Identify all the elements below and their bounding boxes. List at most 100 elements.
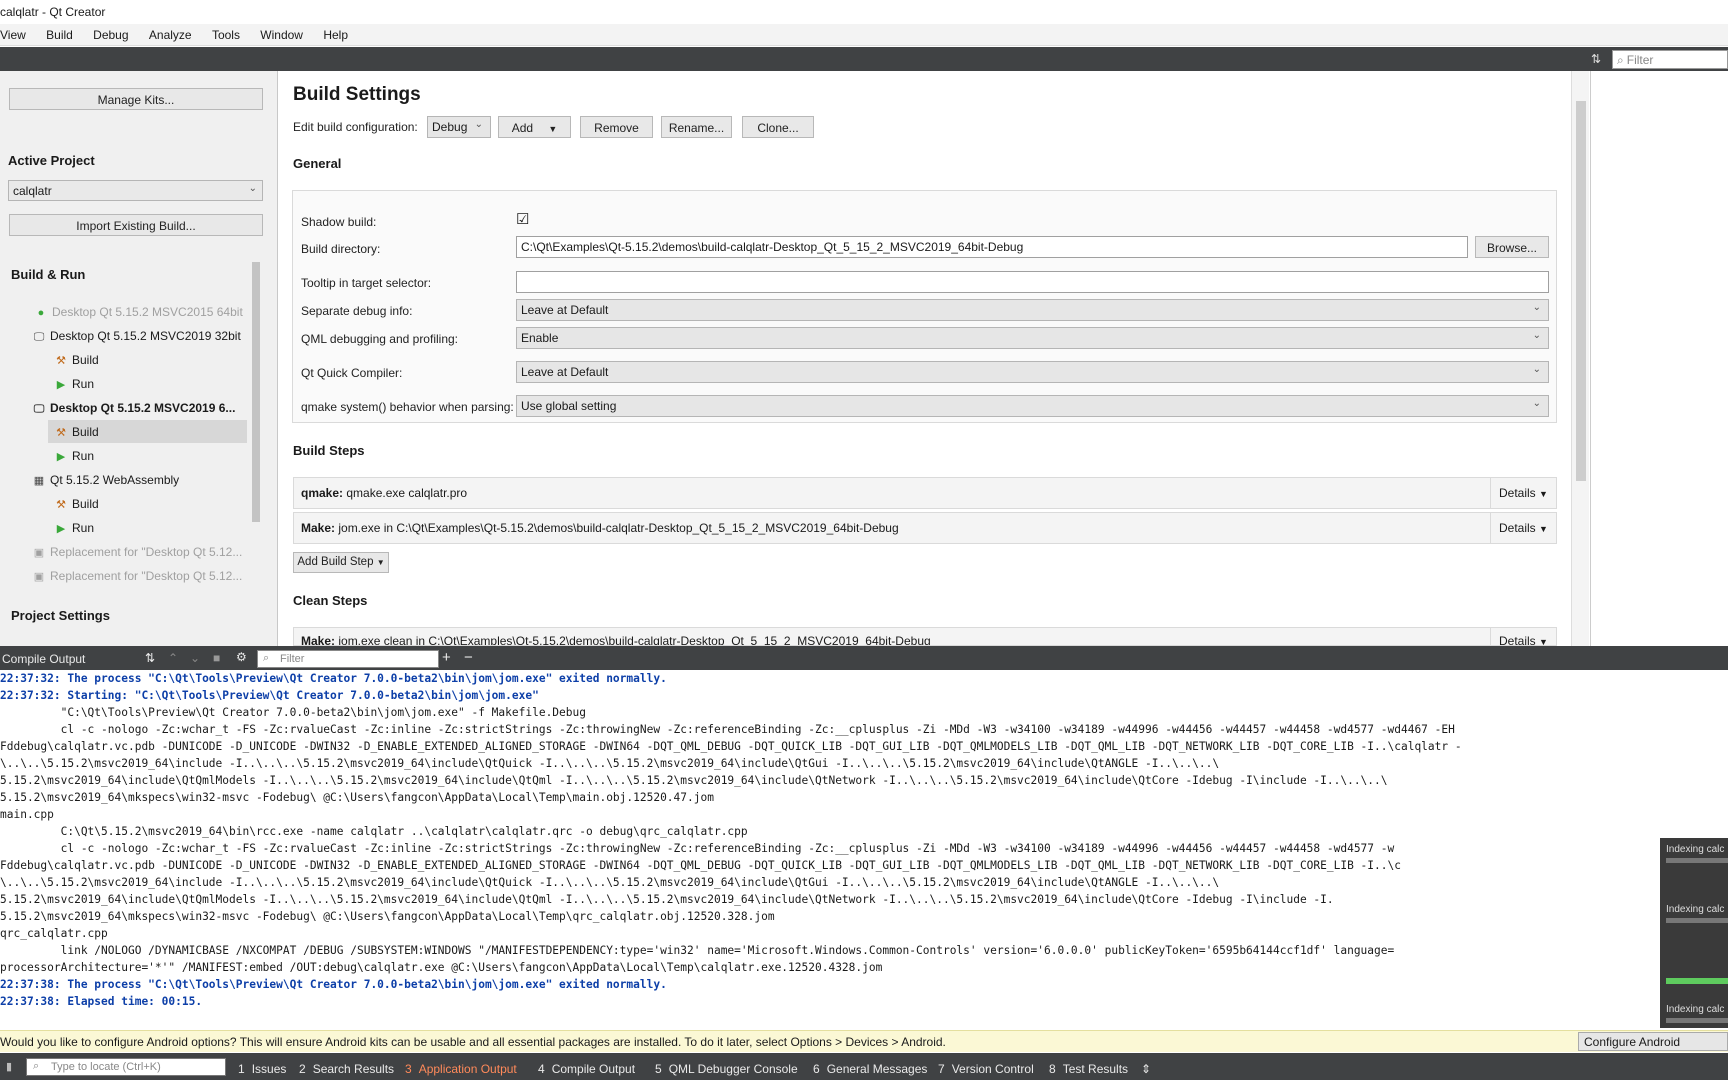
more-tabs-icon[interactable]: ⇕ bbox=[1141, 1062, 1151, 1076]
right-pane bbox=[1590, 71, 1728, 646]
stop-icon[interactable]: ■ bbox=[213, 651, 220, 665]
kit-msvc2019-32-build[interactable]: ⚒ Build bbox=[54, 353, 99, 367]
clean-step-details-button[interactable]: Details ▼ bbox=[1490, 628, 1556, 645]
tooltip-input[interactable] bbox=[516, 271, 1549, 293]
indexing-progress-popup: Indexing calc Indexing calc Indexing cal… bbox=[1660, 838, 1728, 1028]
output-line: cl -c -nologo -Zc:wchar_t -FS -Zc:rvalue… bbox=[0, 842, 1395, 855]
chevron-down-icon: ⌄ bbox=[1532, 398, 1541, 409]
tab-application-output[interactable]: 3 Application Output bbox=[405, 1062, 517, 1076]
build-config-select[interactable]: Debug ⌄ bbox=[427, 116, 491, 138]
monitor-icon: 🖵 bbox=[33, 403, 45, 415]
chevron-down-icon: ⌄ bbox=[1532, 330, 1541, 341]
replacement-icon: ▣ bbox=[33, 571, 45, 583]
kit-webassembly-build[interactable]: ⚒ Build bbox=[54, 497, 99, 511]
configure-android-button[interactable]: Configure Android bbox=[1578, 1032, 1728, 1051]
dropdown-arrow-icon: ▼ bbox=[1539, 524, 1548, 534]
chevron-down-icon: ⌄ bbox=[1532, 364, 1541, 375]
kit-msvc2019-32[interactable]: 🖵 Desktop Qt 5.15.2 MSVC2019 32bit bbox=[32, 329, 241, 344]
compile-output-text[interactable]: 22:37:32: The process "C:\Qt\Tools\Previ… bbox=[0, 670, 1728, 1030]
kit-msvc2015-64[interactable]: ● Desktop Qt 5.15.2 MSVC2015 64bit bbox=[34, 305, 243, 319]
quick-compiler-select[interactable]: Leave at Default ⌄ bbox=[516, 361, 1549, 383]
kit-msvc2019-64[interactable]: 🖵 Desktop Qt 5.15.2 MSVC2019 6... bbox=[32, 401, 236, 416]
menu-help[interactable]: Help bbox=[323, 24, 348, 42]
kit-replacement-2[interactable]: ▣ Replacement for "Desktop Qt 5.12... bbox=[32, 569, 243, 583]
kit-msvc2019-32-run[interactable]: ▶ Run bbox=[54, 377, 94, 391]
add-config-button[interactable]: Add ▼ bbox=[498, 116, 571, 138]
clean-make-step[interactable]: Make: jom.exe clean in C:\Qt\Examples\Qt… bbox=[293, 627, 1557, 646]
rename-config-button[interactable]: Rename... bbox=[661, 116, 732, 138]
sort-icon[interactable]: ⇅ bbox=[1591, 52, 1601, 66]
chevron-up-icon[interactable]: ⌃ bbox=[168, 651, 178, 665]
menu-tools[interactable]: Tools bbox=[212, 24, 240, 42]
kit-webassembly-run[interactable]: ▶ Run bbox=[54, 521, 94, 535]
shadow-build-checkbox[interactable]: ☑ bbox=[516, 210, 529, 228]
add-icon[interactable]: + bbox=[442, 649, 451, 666]
output-line: 5.15.2\msvc2019_64\mkspecs\win32-msvc -F… bbox=[0, 791, 714, 804]
make-step[interactable]: Make: jom.exe in C:\Qt\Examples\Qt-5.15.… bbox=[293, 512, 1557, 544]
clean-steps-title: Clean Steps bbox=[293, 593, 368, 608]
chevron-down-icon[interactable]: ⌄ bbox=[190, 651, 200, 665]
menu-view[interactable]: View bbox=[0, 24, 26, 42]
locate-input[interactable]: ⌕ Type to locate (Ctrl+K) bbox=[26, 1058, 226, 1076]
sort-icon[interactable]: ⇅ bbox=[145, 651, 155, 665]
build-settings-title: Build Settings bbox=[293, 84, 421, 105]
remove-config-button[interactable]: Remove bbox=[580, 116, 653, 138]
minus-icon[interactable]: − bbox=[464, 649, 473, 666]
monitor-icon: 🖵 bbox=[33, 331, 45, 343]
kit-msvc2019-64-build[interactable]: ⚒ Build bbox=[54, 425, 99, 439]
qml-debugging-select[interactable]: Enable ⌄ bbox=[516, 327, 1549, 349]
tab-general-messages[interactable]: 6 General Messages bbox=[813, 1062, 927, 1076]
run-icon: ▶ bbox=[56, 523, 66, 535]
kit-webassembly[interactable]: ▦ Qt 5.15.2 WebAssembly bbox=[32, 473, 179, 487]
sidebar-scrollbar[interactable] bbox=[250, 248, 262, 642]
title-bar: calqlatr - Qt Creator bbox=[0, 0, 1728, 24]
indexing-progress-bar bbox=[1666, 858, 1728, 863]
sidebar-toggle-icon[interactable]: ▮ bbox=[6, 1060, 12, 1073]
tab-qml-debugger-console[interactable]: 5 QML Debugger Console bbox=[655, 1062, 798, 1076]
output-line: C:\Qt\5.15.2\msvc2019_64\bin\rcc.exe -na… bbox=[0, 825, 748, 838]
make-step-details-button[interactable]: Details ▼ bbox=[1490, 513, 1556, 543]
active-project-combo[interactable]: calqlatr ⌄ bbox=[8, 180, 263, 201]
manage-kits-button[interactable]: Manage Kits... bbox=[9, 88, 263, 110]
tab-test-results[interactable]: 8 Test Results bbox=[1049, 1062, 1128, 1076]
kit-msvc2019-64-run[interactable]: ▶ Run bbox=[54, 449, 94, 463]
chevron-down-icon: ⌄ bbox=[474, 119, 483, 130]
kit-status-icon: ● bbox=[37, 307, 45, 319]
dropdown-arrow-icon: ▼ bbox=[376, 558, 385, 567]
qmake-system-select[interactable]: Use global setting ⌄ bbox=[516, 395, 1549, 417]
qmake-step[interactable]: qmake: qmake.exe calqlatr.pro Details ▼ bbox=[293, 477, 1557, 509]
build-directory-input[interactable]: C:\Qt\Examples\Qt-5.15.2\demos\build-cal… bbox=[516, 236, 1468, 258]
kit-replacement-1[interactable]: ▣ Replacement for "Desktop Qt 5.12... bbox=[32, 545, 243, 559]
qmake-step-details-button[interactable]: Details ▼ bbox=[1490, 478, 1556, 508]
browse-button[interactable]: Browse... bbox=[1475, 236, 1549, 258]
import-existing-build-button[interactable]: Import Existing Build... bbox=[9, 214, 263, 236]
replacement-icon: ▣ bbox=[33, 547, 45, 559]
separate-debug-select[interactable]: Leave at Default ⌄ bbox=[516, 299, 1549, 321]
tab-compile-output[interactable]: 4 Compile Output bbox=[538, 1062, 635, 1076]
menu-window[interactable]: Window bbox=[260, 24, 303, 42]
top-filter-input[interactable]: ⌕ Filter bbox=[1612, 50, 1728, 69]
output-pane-title: Compile Output bbox=[2, 652, 86, 666]
clone-config-button[interactable]: Clone... bbox=[742, 116, 814, 138]
menu-build[interactable]: Build bbox=[46, 24, 73, 42]
tab-search-results[interactable]: 2 Search Results bbox=[299, 1062, 394, 1076]
tab-version-control[interactable]: 7 Version Control bbox=[938, 1062, 1034, 1076]
build-settings-scrollbar[interactable] bbox=[1571, 71, 1589, 646]
tab-issues[interactable]: 1 Issues bbox=[238, 1062, 286, 1076]
add-build-step-button[interactable]: Add Build Step ▼ bbox=[293, 552, 389, 573]
output-filter-input[interactable]: ⌕ Filter bbox=[257, 650, 439, 668]
output-line: 22:37:32: The process "C:\Qt\Tools\Previ… bbox=[0, 672, 667, 685]
menu-analyze[interactable]: Analyze bbox=[149, 24, 192, 42]
shadow-build-label: Shadow build: bbox=[301, 215, 377, 229]
menu-bar: View Build Debug Analyze Tools Window He… bbox=[0, 24, 1728, 46]
edit-config-label: Edit build configuration: bbox=[293, 120, 418, 134]
output-line: link /NOLOGO /DYNAMICBASE /NXCOMPAT /DEB… bbox=[0, 944, 1395, 957]
indexing-label: Indexing calc bbox=[1666, 904, 1725, 915]
search-icon: ⌕ bbox=[263, 652, 270, 664]
menu-debug[interactable]: Debug bbox=[93, 24, 128, 42]
gear-icon[interactable]: ⚙ bbox=[236, 650, 247, 664]
hammer-icon: ⚒ bbox=[56, 427, 66, 439]
top-toolbar bbox=[0, 47, 1728, 71]
output-line: 5.15.2\msvc2019_64\mkspecs\win32-msvc -F… bbox=[0, 910, 775, 923]
quick-compiler-label: Qt Quick Compiler: bbox=[301, 366, 403, 380]
